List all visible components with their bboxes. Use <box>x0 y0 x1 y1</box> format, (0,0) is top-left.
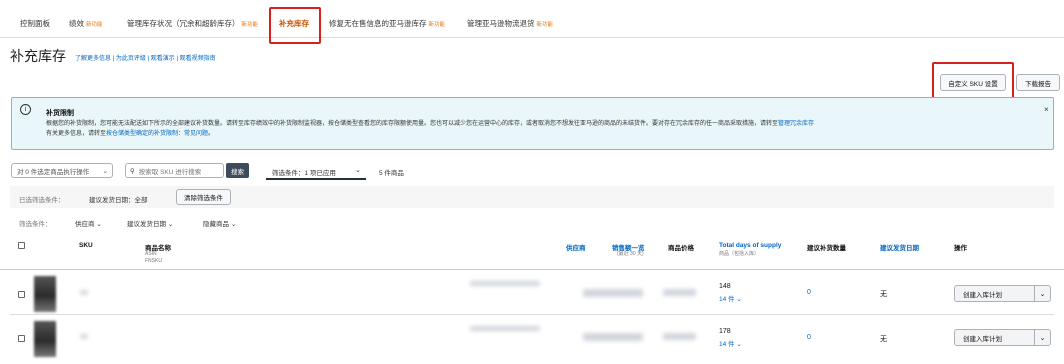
chevron-down-icon: ⌄ <box>1034 286 1050 301</box>
filter-ship-date[interactable]: 建议发货日期 ⌄ <box>127 218 173 228</box>
days-of-supply: 148 <box>719 283 731 290</box>
col-fnsku: FNSKU <box>145 258 162 264</box>
sku-redacted <box>80 334 88 339</box>
row-checkbox[interactable] <box>18 291 25 298</box>
units-link[interactable]: 14 件 ⌄ <box>719 293 742 303</box>
row-checkbox[interactable] <box>18 335 25 342</box>
chevron-down-icon: ⌄ <box>736 341 742 348</box>
recommended-qty[interactable]: 0 <box>807 334 811 341</box>
manage-excess-link[interactable]: 管理冗余库存 <box>778 121 814 127</box>
active-filter-underline <box>266 178 366 180</box>
days-of-supply: 178 <box>719 328 731 335</box>
chevron-down-icon: ⌄ <box>736 296 742 303</box>
alert-line-1: 根据您的补货限制，您可能无法配送如下所示的全部建议补货数量。请转至库存绩效中的补… <box>46 121 815 127</box>
chevron-down-icon: ⌄ <box>167 221 174 228</box>
chevron-down-icon: ⌄ <box>1034 330 1050 345</box>
col-days-of-supply[interactable]: Total days of supply <box>719 242 781 249</box>
select-all-checkbox[interactable] <box>18 242 25 249</box>
col-supplier[interactable]: 供应商 <box>566 242 586 252</box>
tab-fix-stranded[interactable]: 修复无在售信息的亚马逊库存 新功能 <box>329 18 445 29</box>
search-input[interactable]: ⚲ 按索取 SKU 进行搜索 <box>125 163 224 178</box>
price-redacted <box>663 333 696 340</box>
filter-hidden-items[interactable]: 隐藏商品 ⌄ <box>203 218 236 228</box>
price-redacted <box>663 289 696 296</box>
item-count: 5 件商品 <box>379 170 404 177</box>
row-divider <box>10 314 1054 315</box>
restock-limit-faq-link[interactable]: 按仓储类型确定的补货限制：常见问题 <box>106 131 208 137</box>
selected-filters-bar <box>10 186 1054 208</box>
info-icon: i <box>20 104 31 115</box>
filter-label: 筛选条件：1 项已应用 <box>272 170 336 177</box>
action-select[interactable]: 创建入库计划 ⌄ <box>954 285 1051 302</box>
clear-filters-button[interactable]: 清除筛选条件 <box>176 189 231 205</box>
help-links[interactable]: 了解更多信息 | 为此页评级 | 观看演示 | 观看视频指南 <box>75 53 216 62</box>
units-link[interactable]: 14 件 ⌄ <box>719 338 742 348</box>
sales-redacted <box>583 333 643 341</box>
search-button[interactable]: 搜索 <box>226 163 249 178</box>
criteria-label: 筛选条件： <box>19 221 52 228</box>
tab-performance[interactable]: 绩效 新功能 <box>69 18 103 29</box>
col-sales-sub: (最近 30 天) <box>617 251 644 257</box>
col-recommended-qty[interactable]: 建议补货数量 <box>807 242 846 252</box>
selected-filters-label: 已选筛选条件： <box>19 197 65 204</box>
sales-redacted <box>583 289 643 297</box>
page-title: 补充库存 <box>10 48 66 64</box>
close-icon[interactable]: × <box>1044 105 1049 114</box>
alert-line-2: 有关更多信息，请转至按仓储类型确定的补货限制：常见问题。 <box>46 131 215 137</box>
ship-date: 无 <box>880 336 887 343</box>
ship-date: 无 <box>880 291 887 298</box>
highlight-restock-tab <box>269 7 321 44</box>
filter-dropdown-icon[interactable]: ⌄ <box>355 166 361 174</box>
chevron-down-icon: ⌄ <box>96 221 102 228</box>
col-sku[interactable]: SKU <box>79 242 93 249</box>
alert-title: 补货限制 <box>46 110 74 117</box>
col-ship-date[interactable]: 建议发货日期 <box>880 242 919 252</box>
download-report-button[interactable]: 下载报告 <box>1016 74 1060 91</box>
tab-bar: 控制面板 绩效 新功能 管理库存状况（冗余和超龄库存） 新功能 补充库存 修复无在售… <box>0 0 1064 38</box>
search-icon: ⚲ <box>130 167 135 175</box>
supplier-redacted <box>470 326 540 331</box>
product-thumbnail[interactable] <box>34 321 56 357</box>
col-action: 操作 <box>954 245 967 252</box>
supplier-redacted <box>470 281 540 286</box>
chevron-down-icon: ⌄ <box>102 167 108 175</box>
selected-filter-value: 建议发货日期：全部 <box>89 197 148 204</box>
sku-redacted <box>80 290 88 295</box>
col-days-of-supply-sub: 商品（包括入库） <box>719 251 760 257</box>
chevron-down-icon: ⌄ <box>230 221 237 228</box>
product-thumbnail[interactable] <box>34 276 56 312</box>
tab-fba-returns[interactable]: 管理亚马逊物流退货 新功能 <box>467 18 553 29</box>
action-select[interactable]: 创建入库计划 ⌄ <box>954 329 1051 346</box>
filter-supplier[interactable]: 供应商 ⌄ <box>75 218 102 228</box>
col-price[interactable]: 商品价格 <box>668 242 694 252</box>
col-asin: ASIN <box>145 251 157 257</box>
tab-inventory-health[interactable]: 管理库存状况（冗余和超龄库存） 新功能 <box>127 18 258 29</box>
tab-dashboard[interactable]: 控制面板 <box>20 18 50 29</box>
recommended-qty[interactable]: 0 <box>807 289 811 296</box>
bulk-action-select[interactable]: 对 0 件选定商品执行操作 ⌄ <box>11 163 113 178</box>
